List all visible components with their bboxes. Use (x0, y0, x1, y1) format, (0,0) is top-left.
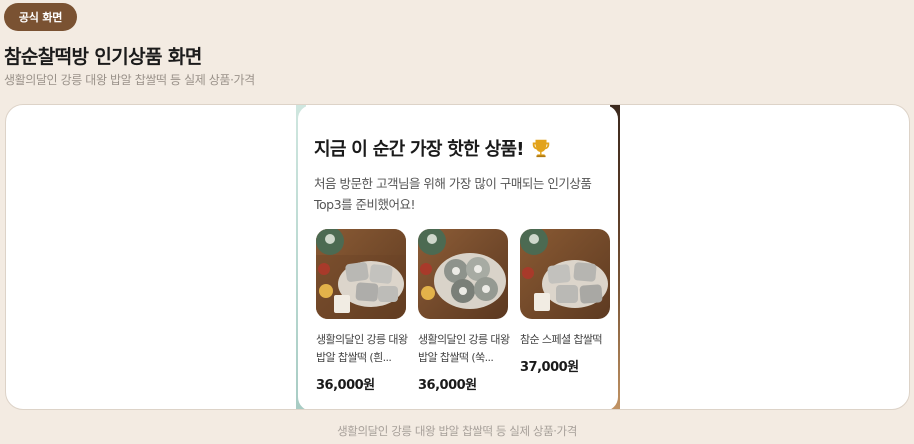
trophy-icon (532, 139, 550, 158)
page-subtitle: 생활의달인 강릉 대왕 밥알 찹쌀떡 등 실제 상품·가격 (4, 73, 255, 87)
popup-description: 처음 방문한 고객님을 위해 가장 많이 구매되는 인기상품 Top3를 준비했… (314, 173, 609, 215)
official-screen-badge: 공식 화면 (4, 3, 77, 31)
product-name-3[interactable]: 참순 스페셜 찹쌀떡 (520, 331, 612, 349)
product-price-1: 36,000원 (316, 378, 375, 393)
popup-description-line2: Top3를 준비했어요! (314, 197, 416, 212)
page-title: 참순찰떡방 인기상품 화면 (4, 46, 202, 68)
product-card-2[interactable]: 생활의달인 강릉 대왕 밥알 찹쌀떡 (쑥... 36,000원 (418, 229, 510, 393)
product-image-3[interactable] (520, 229, 610, 319)
footer-caption: 생활의달인 강릉 대왕 밥알 찹쌀떡 등 실제 상품·가격 (337, 424, 577, 438)
product-price-2: 36,000원 (418, 378, 477, 393)
popular-products-popup: 지금 이 순간 가장 핫한 상품! 처음 방문한 고객님을 위해 가장 많이 구… (298, 105, 618, 409)
product-card-3[interactable]: 참순 스페셜 찹쌀떡 37,000원 (520, 229, 610, 375)
popup-title: 지금 이 순간 가장 핫한 상품! (314, 139, 525, 160)
screenshot-frame: 지금 이 순간 가장 핫한 상품! 처음 방문한 고객님을 위해 가장 많이 구… (5, 104, 910, 410)
product-carousel[interactable]: 생활의달인 강릉 대왕 밥알 찹쌀떡 (흰... 36,000원 생활의달인 강… (316, 229, 612, 399)
product-image-2[interactable] (418, 229, 508, 319)
product-price-3: 37,000원 (520, 360, 579, 375)
product-name-1[interactable]: 생활의달인 강릉 대왕 밥알 찹쌀떡 (흰... (316, 331, 408, 367)
popup-description-line1: 처음 방문한 고객님을 위해 가장 많이 구매되는 인기상품 (314, 176, 592, 191)
product-name-2[interactable]: 생활의달인 강릉 대왕 밥알 찹쌀떡 (쑥... (418, 331, 510, 367)
product-image-1[interactable] (316, 229, 406, 319)
popup-title-row: 지금 이 순간 가장 핫한 상품! (314, 135, 602, 161)
product-card-1[interactable]: 생활의달인 강릉 대왕 밥알 찹쌀떡 (흰... 36,000원 (316, 229, 408, 393)
